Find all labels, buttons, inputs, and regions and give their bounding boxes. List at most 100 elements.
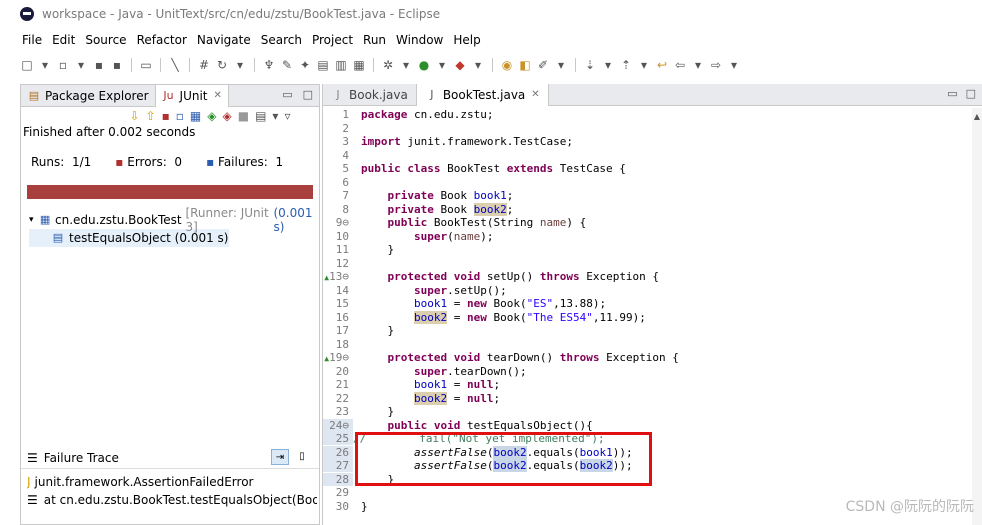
code-line: 21 book1 = null;: [335, 378, 501, 392]
test-case-name: testEqualsObject (0.001 s): [69, 231, 229, 245]
test-tree: ▾ ▦ cn.edu.zstu.BookTest [Runner: JUnit …: [21, 206, 319, 247]
open-type-icon[interactable]: ◉: [500, 58, 514, 72]
show-failures-only-icon[interactable]: ▪: [162, 109, 170, 123]
menu-edit[interactable]: Edit: [52, 33, 75, 47]
menu-window[interactable]: Window: [396, 33, 443, 47]
rerun-failed-icon[interactable]: ◈: [223, 109, 232, 123]
tab-book-java[interactable]: J Book.java: [323, 84, 416, 106]
failure-trace-label: Failure Trace: [43, 450, 119, 465]
dropdown-icon[interactable]: ▾: [727, 58, 741, 72]
suite-name: cn.edu.zstu.BookTest: [55, 213, 182, 227]
debug-icon[interactable]: ✲: [381, 58, 395, 72]
menu-help[interactable]: Help: [453, 33, 480, 47]
chevron-down-icon[interactable]: ▾: [29, 215, 39, 225]
junit-toolbar: ⇩ ⇧ ▪ ▫ ▦ ◈ ◈ ■ ▤ ▾ ▿: [21, 107, 319, 125]
search-icon[interactable]: ✐: [536, 58, 550, 72]
code-line: 16 book2 = new Book("The ES54",11.99);: [335, 310, 646, 324]
filter-stack-icon[interactable]: ⇥: [271, 449, 289, 465]
tab-label: BookTest.java: [442, 87, 526, 102]
menu-source[interactable]: Source: [85, 33, 126, 47]
forward-icon[interactable]: ⇨: [709, 58, 723, 72]
dropdown-icon[interactable]: ▾: [399, 58, 413, 72]
pin-icon[interactable]: ♆: [262, 58, 276, 72]
dropdown-icon[interactable]: ▾: [74, 58, 88, 72]
test-suite-row[interactable]: ▾ ▦ cn.edu.zstu.BookTest [Runner: JUnit …: [29, 206, 319, 234]
junit-icon: Ju: [163, 88, 174, 102]
console-icon[interactable]: ▭: [139, 58, 153, 72]
dropdown-icon[interactable]: ▾: [637, 58, 651, 72]
new-icon[interactable]: ▫: [56, 58, 70, 72]
back-icon[interactable]: ⇦: [673, 58, 687, 72]
block-icon[interactable]: ▤: [316, 58, 330, 72]
menu-refactor[interactable]: Refactor: [137, 33, 187, 47]
dropdown-icon[interactable]: ▾: [272, 109, 278, 123]
dropdown-icon[interactable]: ▾: [691, 58, 705, 72]
edit-icon[interactable]: ✎: [280, 58, 294, 72]
skip-breakpoints-icon[interactable]: ╲: [168, 58, 182, 72]
menu-navigate[interactable]: Navigate: [197, 33, 251, 47]
new-file-icon[interactable]: □: [20, 58, 34, 72]
minimize-icon[interactable]: ▭: [282, 88, 292, 101]
dropdown-icon[interactable]: ▾: [601, 58, 615, 72]
finished-status: Finished after 0.002 seconds: [23, 125, 196, 139]
menu-search[interactable]: Search: [261, 33, 302, 47]
close-icon[interactable]: ✕: [531, 89, 539, 100]
list-icon[interactable]: ▥: [334, 58, 348, 72]
compare-icon[interactable]: ▯: [293, 449, 311, 465]
external-tools-icon[interactable]: ◆: [453, 58, 467, 72]
editor-tabs: J Book.java J BookTest.java ✕ ▭ □: [323, 83, 982, 106]
trace-line[interactable]: ☰ at cn.edu.zstu.BookTest.testEqualsObjec…: [27, 491, 317, 509]
previous-failure-icon[interactable]: ⇧: [146, 109, 156, 123]
prev-annotation-icon[interactable]: ⇡: [619, 58, 633, 72]
code-line: 8 private Book book2;: [342, 202, 514, 216]
menu-bar: File Edit Source Refactor Navigate Searc…: [0, 30, 982, 50]
history-icon[interactable]: ▤: [255, 109, 266, 123]
scroll-lock-icon[interactable]: ▫: [176, 109, 184, 123]
tab-label: Package Explorer: [45, 88, 149, 103]
failure-trace-tools: ⇥ ▯: [271, 449, 311, 465]
text-icon[interactable]: ▦: [352, 58, 366, 72]
menu-project[interactable]: Project: [312, 33, 353, 47]
menu-file[interactable]: File: [22, 33, 42, 47]
save-icon[interactable]: ▪: [92, 58, 106, 72]
close-icon[interactable]: ✕: [214, 90, 222, 101]
menu-run[interactable]: Run: [363, 33, 386, 47]
save-all-icon[interactable]: ▪: [110, 58, 124, 72]
dropdown-icon[interactable]: ▾: [554, 58, 568, 72]
view-menu-icon[interactable]: ▿: [284, 109, 290, 123]
scroll-up-icon[interactable]: ▲: [972, 112, 982, 121]
rerun-icon[interactable]: ◈: [207, 109, 216, 123]
junit-view: ▤ Package Explorer Ju JUnit ✕ ▭ □ ⇩ ⇧ ▪ …: [20, 84, 320, 525]
mark-icon[interactable]: ✦: [298, 58, 312, 72]
refresh-icon[interactable]: ↻: [215, 58, 229, 72]
code-line: 10 super(name);: [335, 229, 494, 243]
minimize-icon[interactable]: ▭: [947, 87, 957, 100]
maximize-icon[interactable]: □: [303, 88, 313, 101]
toolbar-separator: [189, 58, 190, 72]
layout-icon[interactable]: ▦: [190, 109, 201, 123]
code-line: 6: [342, 175, 349, 189]
new-class-icon[interactable]: #: [197, 58, 211, 72]
test-case-row[interactable]: ▤ testEqualsObject (0.001 s): [29, 229, 229, 247]
vertical-scrollbar[interactable]: ▲: [972, 108, 982, 525]
dropdown-icon[interactable]: ▾: [233, 58, 247, 72]
dropdown-icon[interactable]: ▾: [471, 58, 485, 72]
java-file-icon: J: [336, 87, 340, 101]
tab-junit[interactable]: Ju JUnit ✕: [154, 84, 229, 107]
maximize-icon[interactable]: □: [966, 87, 976, 100]
view-tabs: ▤ Package Explorer Ju JUnit ✕ ▭ □: [21, 84, 319, 107]
last-edit-icon[interactable]: ↩: [655, 58, 669, 72]
run-icon[interactable]: ●: [417, 58, 431, 72]
next-failure-icon[interactable]: ⇩: [130, 109, 140, 123]
code-line: 24⊖ public void testEqualsObject(){: [323, 418, 973, 433]
stop-icon[interactable]: ■: [238, 109, 249, 123]
dropdown-icon[interactable]: ▾: [38, 58, 52, 72]
dropdown-icon[interactable]: ▾: [435, 58, 449, 72]
open-folder-icon[interactable]: ◧: [518, 58, 532, 72]
tab-package-explorer[interactable]: ▤ Package Explorer: [21, 85, 155, 107]
code-line: 3 import junit.framework.TestCase;: [342, 135, 573, 149]
next-annotation-icon[interactable]: ⇣: [583, 58, 597, 72]
tab-booktest-java[interactable]: J BookTest.java ✕: [415, 83, 549, 106]
trace-line[interactable]: Jjunit.framework.AssertionFailedError: [27, 473, 317, 491]
failure-trace-header: ☰ Failure Trace ⇥ ▯: [21, 447, 319, 469]
